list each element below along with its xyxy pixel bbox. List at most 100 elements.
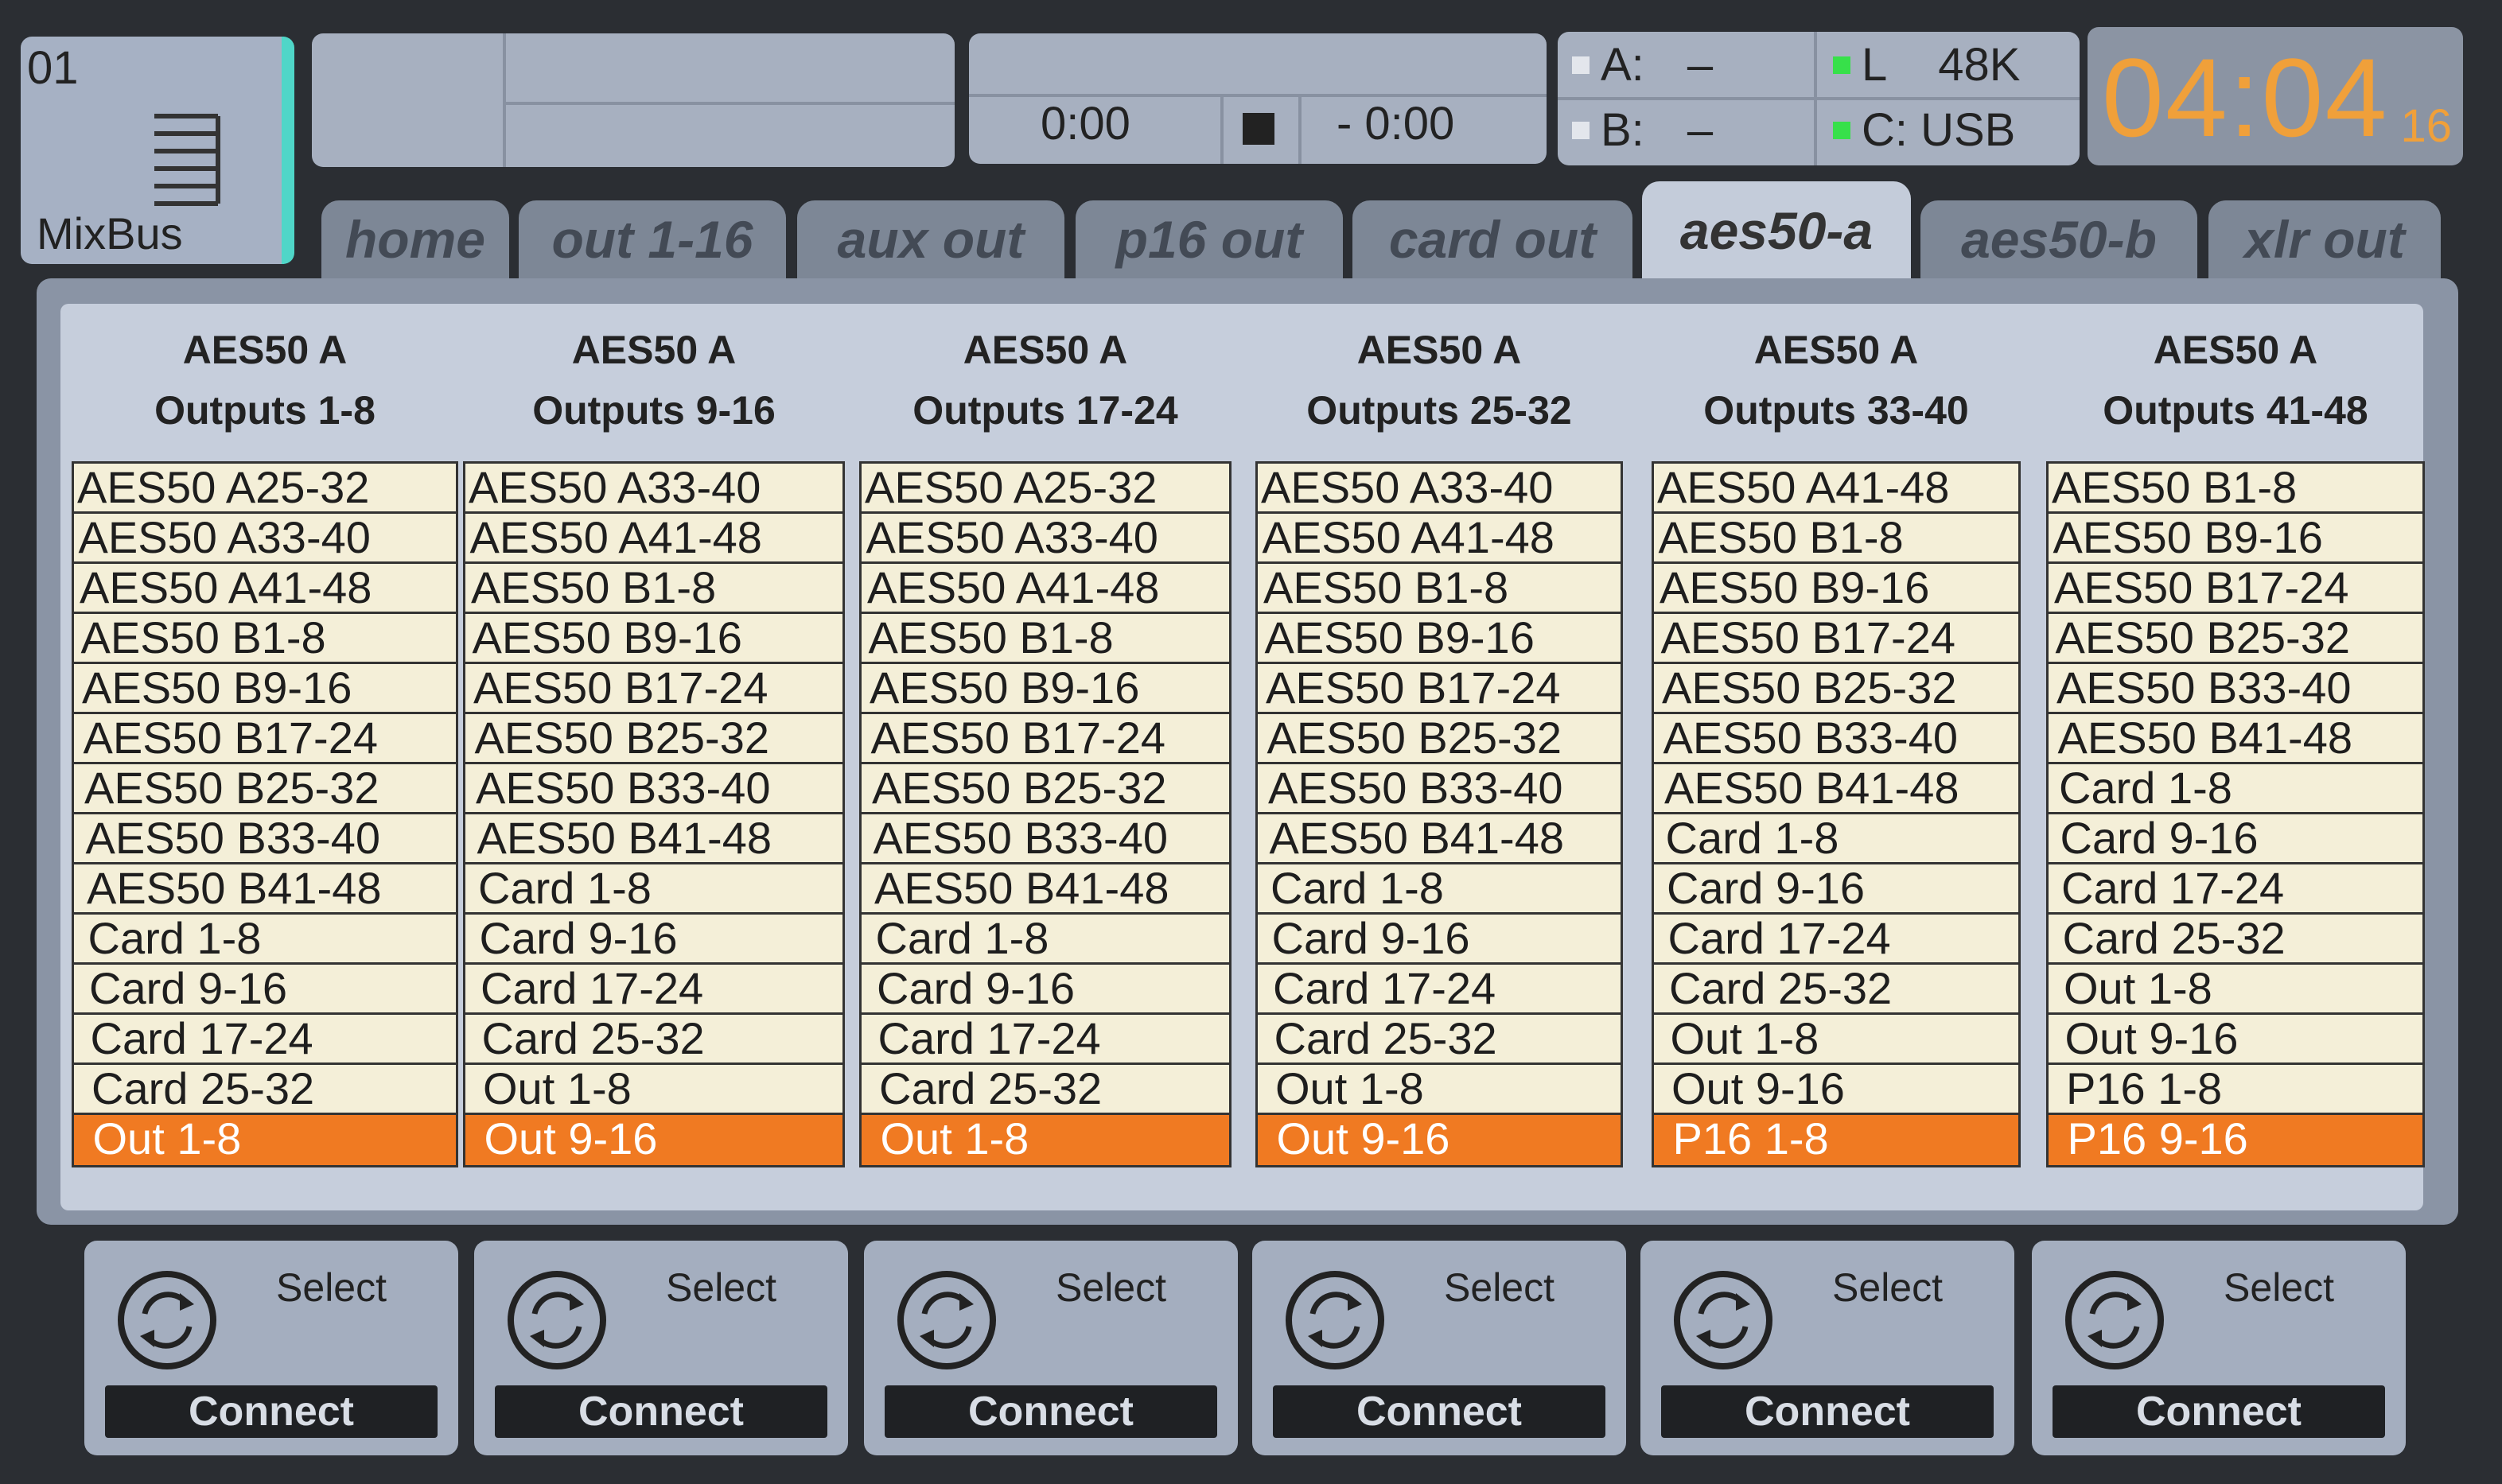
list-item[interactable]: Card 25-32 [74, 1065, 456, 1115]
list-item[interactable]: AES50 B1-8 [862, 614, 1229, 664]
list-item[interactable]: AES50 B33-40 [465, 764, 842, 814]
list-item[interactable]: P16 1-8 [2049, 1065, 2422, 1115]
list-item[interactable]: Card 1-8 [862, 915, 1229, 965]
list-item[interactable]: Card 17-24 [465, 965, 842, 1015]
list-item[interactable]: Out 9-16 [1258, 1115, 1621, 1165]
list-item[interactable]: AES50 A41-48 [465, 514, 842, 564]
tab-aes50-b[interactable]: aes50-b [1920, 200, 2197, 278]
list-item[interactable]: Card 9-16 [74, 965, 456, 1015]
source-list[interactable]: AES50 A25-32 AES50 A33-40 AES50 A41-48 AES5… [859, 461, 1232, 1167]
list-item[interactable]: AES50 B41-48 [2049, 714, 2422, 764]
list-item[interactable]: AES50 A33-40 [74, 514, 456, 564]
source-list[interactable]: AES50 B1-8 AES50 B9-16 AES50 B17-24 AES50 B… [2046, 461, 2425, 1167]
list-item[interactable]: Card 9-16 [465, 915, 842, 965]
source-list[interactable]: AES50 A41-48 AES50 B1-8 AES50 B9-16 AES50 B… [1652, 461, 2021, 1167]
list-item[interactable]: AES50 A41-48 [74, 564, 456, 614]
list-item[interactable]: AES50 B9-16 [1654, 564, 2018, 614]
list-item[interactable]: AES50 B17-24 [1258, 664, 1621, 714]
list-item[interactable]: AES50 B25-32 [1258, 714, 1621, 764]
list-item[interactable]: AES50 B17-24 [74, 714, 456, 764]
list-item[interactable]: AES50 B9-16 [862, 664, 1229, 714]
connect-button[interactable]: Connect [1661, 1385, 1994, 1438]
list-item[interactable]: AES50 B9-16 [2049, 514, 2422, 564]
tab-xlr-out[interactable]: xlr out [2208, 200, 2441, 278]
source-list[interactable]: AES50 A25-32 AES50 A33-40 AES50 A41-48 AES5… [72, 461, 458, 1167]
list-item[interactable]: Out 1-8 [1258, 1065, 1621, 1115]
list-item[interactable]: Card 1-8 [74, 915, 456, 965]
list-item[interactable]: AES50 A41-48 [1654, 464, 2018, 514]
tab-aes50-a[interactable]: aes50-a [1642, 181, 1911, 280]
list-item[interactable]: AES50 B41-48 [1258, 814, 1621, 864]
list-item[interactable]: Out 1-8 [465, 1065, 842, 1115]
list-item[interactable]: AES50 B1-8 [1258, 564, 1621, 614]
list-item[interactable]: AES50 A25-32 [862, 464, 1229, 514]
connect-button[interactable]: Connect [885, 1385, 1217, 1438]
list-item[interactable]: AES50 B25-32 [2049, 614, 2422, 664]
list-item[interactable]: Card 25-32 [465, 1015, 842, 1065]
list-item[interactable]: AES50 A41-48 [862, 564, 1229, 614]
list-item[interactable]: P16 9-16 [2049, 1115, 2422, 1165]
list-item[interactable]: AES50 B1-8 [74, 614, 456, 664]
list-item[interactable]: AES50 B9-16 [1258, 614, 1621, 664]
channel-selector[interactable]: 01 MixBus [21, 37, 294, 264]
list-item[interactable]: Out 1-8 [2049, 965, 2422, 1015]
list-item[interactable]: AES50 B17-24 [465, 664, 842, 714]
list-item[interactable]: AES50 A33-40 [465, 464, 842, 514]
list-item[interactable]: Card 9-16 [862, 965, 1229, 1015]
recorder-transport[interactable]: 0:00 - 0:00 [969, 33, 1547, 164]
list-item[interactable]: AES50 B33-40 [862, 814, 1229, 864]
connect-button[interactable]: Connect [495, 1385, 827, 1438]
list-item[interactable]: AES50 B1-8 [2049, 464, 2422, 514]
list-item[interactable]: Card 17-24 [862, 1015, 1229, 1065]
list-item[interactable]: AES50 B41-48 [1654, 764, 2018, 814]
list-item[interactable]: AES50 A33-40 [862, 514, 1229, 564]
list-item[interactable]: AES50 B17-24 [1654, 614, 2018, 664]
tab-home[interactable]: home [321, 200, 509, 278]
select-connect-encoder[interactable]: Select Connect [84, 1241, 458, 1455]
list-item[interactable]: Out 1-8 [862, 1115, 1229, 1165]
stop-icon[interactable] [1243, 113, 1274, 145]
select-connect-encoder[interactable]: Select Connect [1640, 1241, 2014, 1455]
select-connect-encoder[interactable]: Select Connect [864, 1241, 1238, 1455]
select-connect-encoder[interactable]: Select Connect [2032, 1241, 2406, 1455]
list-item[interactable]: AES50 B25-32 [862, 764, 1229, 814]
tab-out-1-16[interactable]: out 1-16 [519, 200, 786, 278]
list-item[interactable]: Card 1-8 [1654, 814, 2018, 864]
tab-p16-out[interactable]: p16 out [1076, 200, 1343, 278]
list-item[interactable]: P16 1-8 [1654, 1115, 2018, 1165]
list-item[interactable]: AES50 B25-32 [74, 764, 456, 814]
list-item[interactable]: AES50 B17-24 [862, 714, 1229, 764]
list-item[interactable]: AES50 B1-8 [465, 564, 842, 614]
list-item[interactable]: AES50 B33-40 [1654, 714, 2018, 764]
connect-button[interactable]: Connect [105, 1385, 438, 1438]
list-item[interactable]: AES50 B33-40 [1258, 764, 1621, 814]
list-item[interactable]: Out 9-16 [465, 1115, 842, 1165]
list-item[interactable]: Card 17-24 [2049, 864, 2422, 915]
tab-aux-out[interactable]: aux out [797, 200, 1064, 278]
list-item[interactable]: Out 1-8 [74, 1115, 456, 1165]
list-item[interactable]: Out 9-16 [1654, 1065, 2018, 1115]
list-item[interactable]: Card 25-32 [862, 1065, 1229, 1115]
select-connect-encoder[interactable]: Select Connect [1252, 1241, 1626, 1455]
list-item[interactable]: Out 9-16 [2049, 1015, 2422, 1065]
tab-card-out[interactable]: card out [1352, 200, 1632, 278]
list-item[interactable]: Card 17-24 [74, 1015, 456, 1065]
list-item[interactable]: AES50 B1-8 [1654, 514, 2018, 564]
list-item[interactable]: AES50 B41-48 [465, 814, 842, 864]
connect-button[interactable]: Connect [1273, 1385, 1605, 1438]
list-item[interactable]: Card 17-24 [1654, 915, 2018, 965]
list-item[interactable]: AES50 B9-16 [465, 614, 842, 664]
list-item[interactable]: AES50 A25-32 [74, 464, 456, 514]
list-item[interactable]: AES50 A41-48 [1258, 514, 1621, 564]
list-item[interactable]: Card 1-8 [2049, 764, 2422, 814]
list-item[interactable]: Card 25-32 [1654, 965, 2018, 1015]
list-item[interactable]: Card 9-16 [1654, 864, 2018, 915]
list-item[interactable]: Card 9-16 [2049, 814, 2422, 864]
list-item[interactable]: Card 25-32 [2049, 915, 2422, 965]
list-item[interactable]: AES50 B17-24 [2049, 564, 2422, 614]
list-item[interactable]: AES50 B33-40 [74, 814, 456, 864]
list-item[interactable]: Card 17-24 [1258, 965, 1621, 1015]
list-item[interactable]: AES50 A33-40 [1258, 464, 1621, 514]
list-item[interactable]: AES50 B9-16 [74, 664, 456, 714]
list-item[interactable]: Card 1-8 [465, 864, 842, 915]
